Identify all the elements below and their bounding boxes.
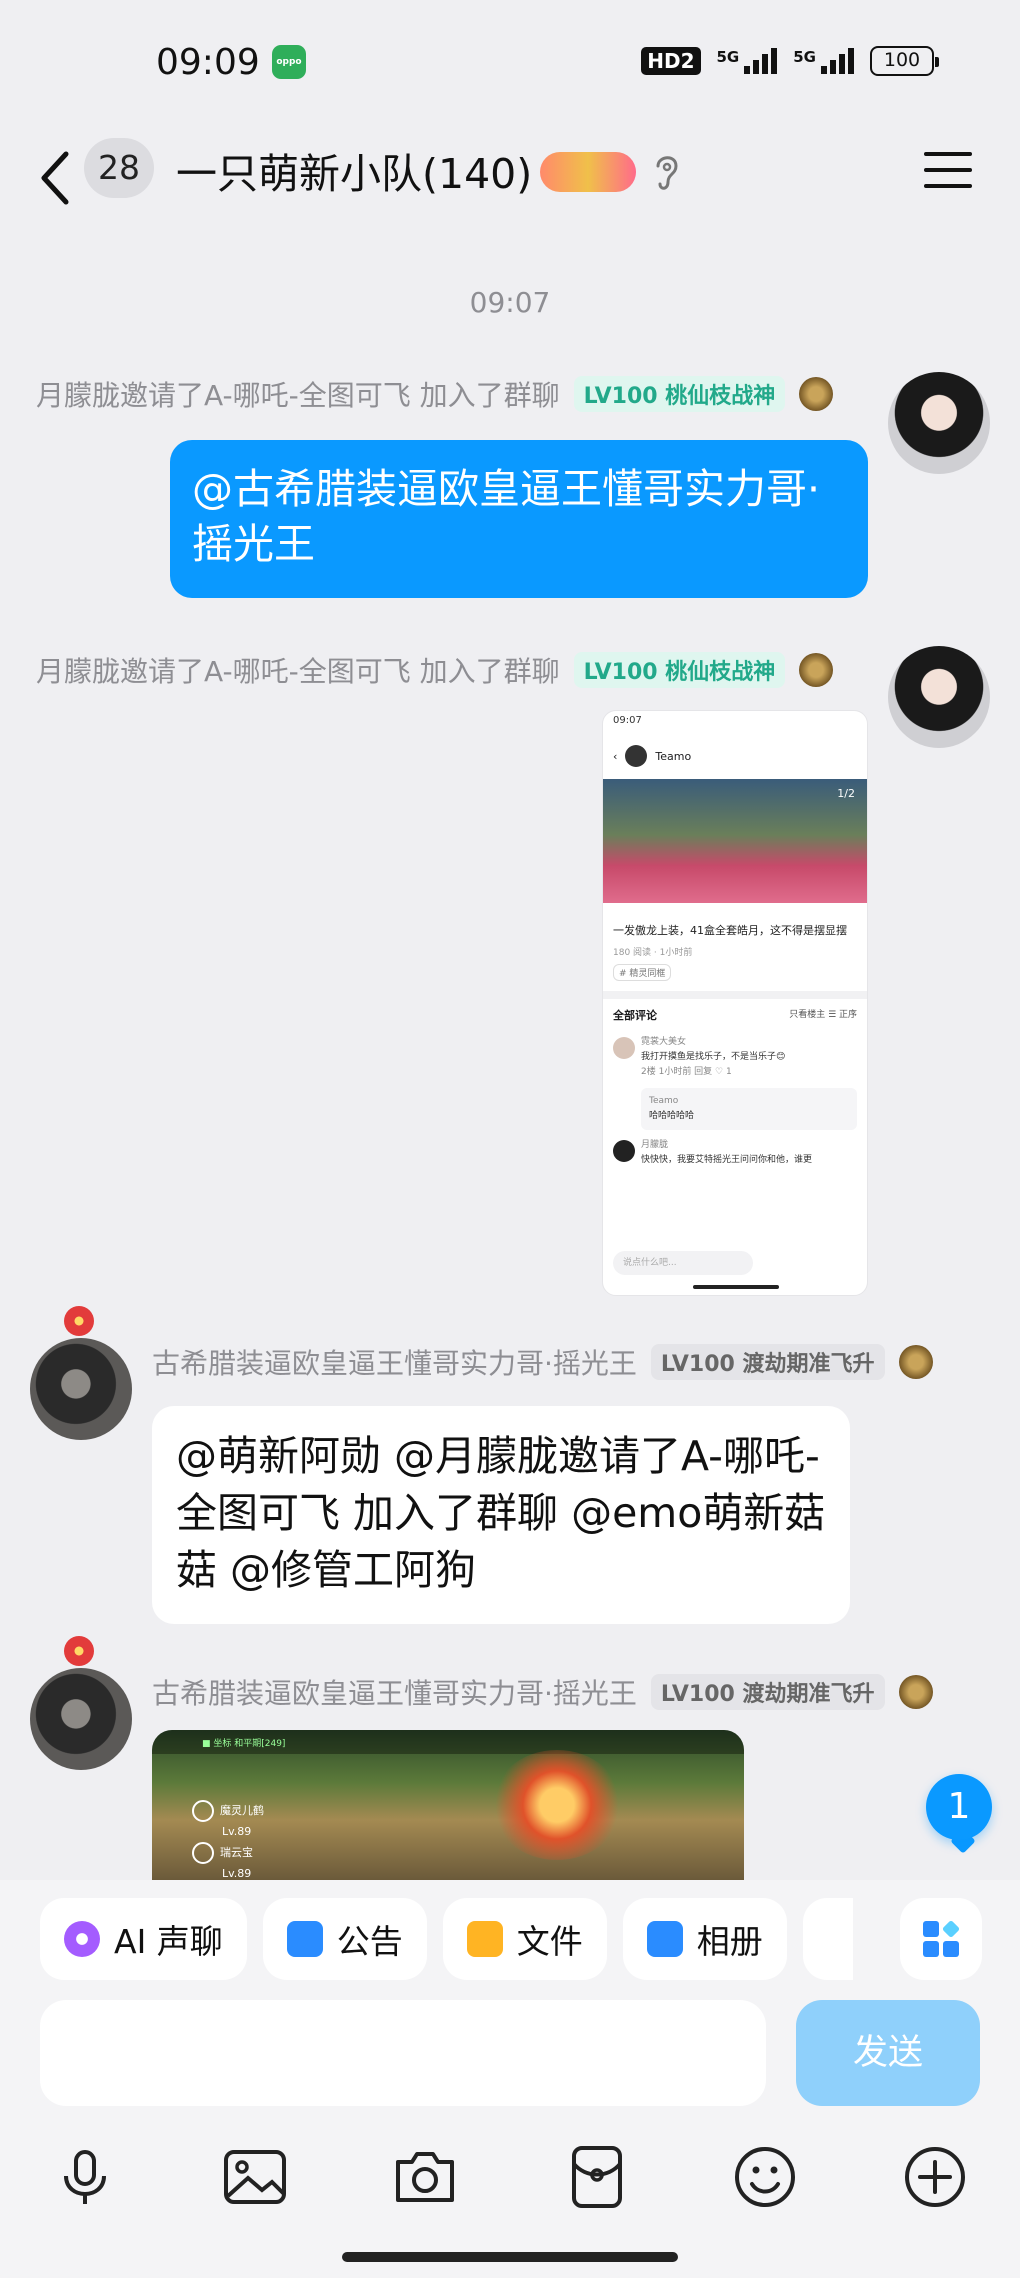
avatar[interactable] (888, 646, 990, 748)
message-bubble[interactable]: @古希腊装逼欧皇逼王懂哥实力哥·摇光王 (170, 440, 868, 598)
shot-comment: 月朦胧 快快快，我要艾特摇光王问问你和他，谁更 (603, 1134, 867, 1172)
sender-name[interactable]: 古希腊装逼欧皇逼王懂哥实力哥·摇光王 (152, 1672, 637, 1712)
avatar[interactable] (30, 1668, 132, 1770)
ai-voice-icon (64, 1921, 100, 1957)
shot-home-indicator (693, 1285, 779, 1289)
quick-action-partial[interactable] (802, 1898, 853, 1980)
shot-comment-reply: Teamo 哈哈哈哈哈 (641, 1088, 857, 1130)
signal-5g-icon-2: 5G (793, 48, 854, 74)
shot-comment: 霓裳大美女 我打开摸鱼是找乐子，不是当乐子😊 2楼 1小时前 回复 ♡ 1 (603, 1031, 867, 1084)
dragon-fire-effect (492, 1750, 622, 1860)
shot-status-time: 09:07 (613, 715, 642, 726)
more-apps-button[interactable] (900, 1898, 982, 1980)
input-panel: AI 声聊 公告 文件 相册 发送 (0, 1880, 1020, 2278)
flower-decoration-icon (64, 1306, 94, 1336)
ai-voice-chat-button[interactable]: AI 声聊 (40, 1898, 247, 1980)
image-icon[interactable] (220, 2142, 290, 2212)
shot-carousel-dots (603, 903, 867, 919)
shot-comment-avatar (613, 1037, 635, 1059)
shot-tag: # 精灵同框 (613, 964, 672, 981)
shot-game-image: 1/2 (603, 779, 867, 903)
message-sender: 月朦胧邀请了A-哪吒-全图可飞 加入了群聊 LV100 桃仙枝战神 (36, 374, 834, 414)
shot-divider (603, 991, 867, 999)
battery-icon: 100 (870, 46, 939, 76)
menu-icon[interactable] (924, 148, 972, 192)
camera-icon[interactable] (390, 2142, 460, 2212)
rank-emblem-icon (898, 1675, 933, 1709)
rank-emblem-icon (799, 377, 834, 411)
message-sender: 月朦胧邀请了A-哪吒-全图可飞 加入了群聊 LV100 桃仙枝战神 (36, 650, 834, 690)
file-button[interactable]: 文件 (442, 1898, 607, 1980)
level-badge: LV100 桃仙枝战神 (573, 652, 786, 688)
female-icon (192, 1800, 214, 1822)
oppo-app-icon: oppo (272, 45, 306, 79)
ear-icon[interactable] (652, 150, 682, 194)
folder-icon (466, 1921, 503, 1957)
red-packet-icon[interactable] (562, 2142, 632, 2212)
emoji-icon[interactable] (730, 2142, 800, 2212)
rank-emblem-icon (898, 1345, 933, 1379)
game-hud-top: ■ 坐标 和平期[249] (152, 1730, 744, 1754)
shot-comments-header: 全部评论 只看楼主 ☰ 正序 (613, 1009, 857, 1022)
avatar[interactable] (30, 1338, 132, 1440)
status-bar: 09:09 oppo HD2 5G 5G 100 (0, 0, 1020, 130)
new-message-count-button[interactable]: 1 (926, 1774, 992, 1840)
sender-name[interactable]: 古希腊装逼欧皇逼王懂哥实力哥·摇光王 (152, 1342, 637, 1382)
screenshot-image-message[interactable]: 09:07 ‹ Teamo 1/2 一发傲龙上装，41盒全套皓月，这不得是摆显摆… (602, 710, 868, 1296)
message-sender: 古希腊装逼欧皇逼王懂哥实力哥·摇光王 LV100 渡劫期准飞升 (152, 1342, 933, 1382)
level-badge: LV100 渡劫期准飞升 (650, 1674, 885, 1710)
shot-post-text: 一发傲龙上装，41盒全套皓月，这不得是摆显摆 (613, 924, 847, 937)
shot-comment-input: 说点什么吧... (613, 1251, 753, 1275)
hd-icon: HD2 (641, 47, 701, 75)
message-input[interactable] (40, 2000, 766, 2106)
shot-avatar (625, 745, 648, 767)
chat-header: 28 一只萌新小队(140) (0, 130, 1020, 230)
apps-grid-icon (923, 1919, 961, 1957)
male-icon (192, 1842, 214, 1864)
game-party-hud: 魔灵儿鹤 Lv.89 瑞云宝 Lv.89 (192, 1800, 264, 1880)
input-toolbar (0, 2142, 1020, 2222)
game-screenshot-image[interactable]: ■ 坐标 和平期[249] 魔灵儿鹤 Lv.89 瑞云宝 Lv.89 (152, 1730, 744, 1880)
status-time: 09:09 (156, 42, 260, 83)
shot-post-meta: 180 阅读 · 1小时前 (613, 948, 693, 958)
plus-icon[interactable] (900, 2142, 970, 2212)
send-button[interactable]: 发送 (796, 2000, 980, 2106)
avatar[interactable] (888, 372, 990, 474)
flower-decoration-icon (64, 1636, 94, 1666)
shot-comment-avatar (613, 1140, 635, 1162)
mic-icon[interactable] (50, 2142, 120, 2212)
signal-5g-icon: 5G (717, 48, 778, 74)
shot-page-indicator: 1/2 (837, 787, 855, 800)
status-indicators: HD2 5G 5G 100 (641, 46, 939, 76)
shot-nav: ‹ Teamo (603, 733, 867, 779)
back-icon[interactable] (36, 148, 76, 208)
group-title[interactable]: 一只萌新小队(140) (176, 140, 532, 200)
level-badge: LV100 渡劫期准飞升 (650, 1344, 885, 1380)
home-indicator (342, 2252, 678, 2262)
album-icon (646, 1921, 683, 1957)
notice-button[interactable]: 公告 (262, 1898, 427, 1980)
shot-back-icon: ‹ (613, 749, 618, 763)
level-badge: LV100 桃仙枝战神 (573, 376, 786, 412)
sender-name[interactable]: 月朦胧邀请了A-哪吒-全图可飞 加入了群聊 (36, 374, 560, 414)
album-button[interactable]: 相册 (622, 1898, 787, 1980)
unread-count-badge[interactable]: 28 (84, 138, 154, 198)
message-timestamp: 09:07 (469, 286, 551, 319)
message-sender: 古希腊装逼欧皇逼王懂哥实力哥·摇光王 LV100 渡劫期准飞升 (152, 1672, 933, 1712)
quick-action-row: AI 声聊 公告 文件 相册 (40, 1898, 853, 1980)
sender-name[interactable]: 月朦胧邀请了A-哪吒-全图可飞 加入了群聊 (36, 650, 560, 690)
group-level-emblem-icon (540, 152, 636, 192)
message-bubble[interactable]: @萌新阿勋 @月朦胧邀请了A-哪吒-全图可飞 加入了群聊 @emo萌新菇菇 @修… (152, 1406, 850, 1624)
rank-emblem-icon (799, 653, 834, 687)
shot-nav-name: Teamo (655, 749, 692, 763)
notice-icon (286, 1921, 323, 1957)
